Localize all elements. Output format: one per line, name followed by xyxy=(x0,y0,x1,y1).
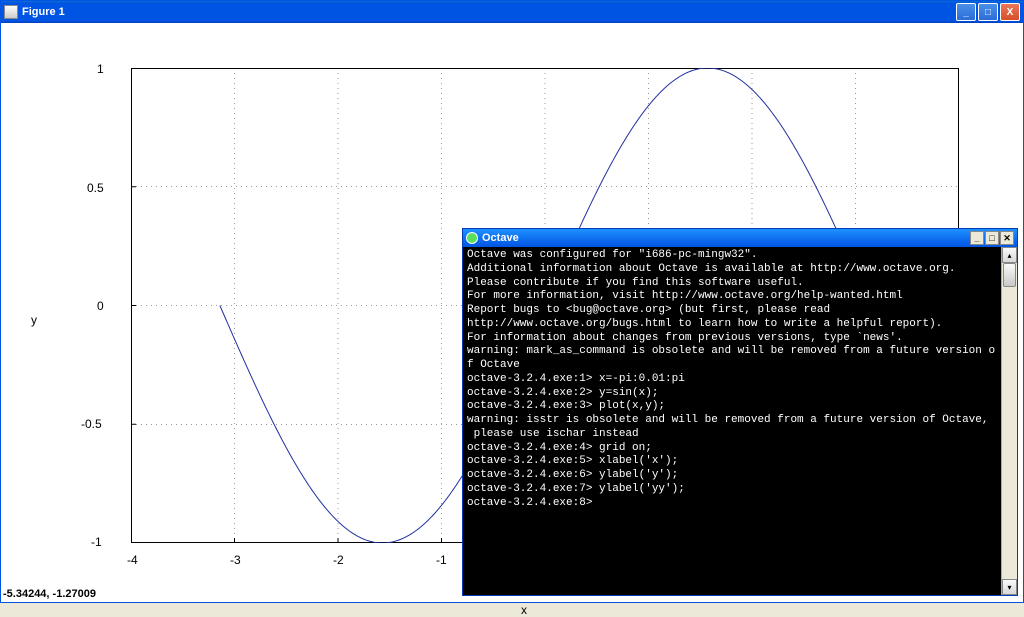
scroll-down-button[interactable]: ▾ xyxy=(1002,579,1017,595)
terminal-line: For information about changes from previ… xyxy=(467,332,1013,346)
close-button[interactable]: X xyxy=(1000,3,1020,21)
terminal-line: http://www.octave.org/bugs.html to learn… xyxy=(467,318,1013,332)
scroll-thumb[interactable] xyxy=(1003,263,1016,287)
y-tick-label: -1 xyxy=(91,535,102,549)
x-tick-label: -3 xyxy=(230,553,241,567)
octave-window-controls: _ □ ✕ xyxy=(970,231,1014,245)
y-tick-label: -0.5 xyxy=(81,417,102,431)
terminal-line: warning: isstr is obsolete and will be r… xyxy=(467,414,1013,428)
octave-minimize-button[interactable]: _ xyxy=(970,231,984,245)
y-axis-label: y xyxy=(31,313,37,327)
x-tick-label: -4 xyxy=(127,553,138,567)
minimize-button[interactable]: _ xyxy=(956,3,976,21)
octave-maximize-button[interactable]: □ xyxy=(985,231,999,245)
terminal-line: octave-3.2.4.exe:8> xyxy=(467,497,1013,511)
maximize-button[interactable]: □ xyxy=(978,3,998,21)
octave-close-button[interactable]: ✕ xyxy=(1000,231,1014,245)
octave-title: Octave xyxy=(482,232,970,244)
terminal-line: f Octave xyxy=(467,359,1013,373)
scroll-track[interactable] xyxy=(1002,263,1017,579)
x-axis-label: x xyxy=(521,603,527,617)
coordinate-readout: -5.34244, -1.27009 xyxy=(3,588,96,600)
octave-scrollbar[interactable]: ▴ ▾ xyxy=(1001,247,1017,595)
figure-title: Figure 1 xyxy=(22,6,956,18)
octave-app-icon xyxy=(466,232,478,244)
terminal-line: Report bugs to <bug@octave.org> (but fir… xyxy=(467,304,1013,318)
y-tick-label: 0.5 xyxy=(87,181,104,195)
y-tick-label: 1 xyxy=(97,62,104,76)
terminal-line: Please contribute if you find this softw… xyxy=(467,277,1013,291)
terminal-line: octave-3.2.4.exe:6> ylabel('y'); xyxy=(467,469,1013,483)
scroll-up-button[interactable]: ▴ xyxy=(1002,247,1017,263)
terminal-line: For more information, visit http://www.o… xyxy=(467,290,1013,304)
octave-titlebar[interactable]: Octave _ □ ✕ xyxy=(463,229,1017,247)
x-tick-label: -1 xyxy=(436,553,447,567)
terminal-line: octave-3.2.4.exe:3> plot(x,y); xyxy=(467,400,1013,414)
figure-app-icon xyxy=(4,5,18,19)
figure-titlebar[interactable]: Figure 1 _ □ X xyxy=(1,1,1023,23)
terminal-line: octave-3.2.4.exe:5> xlabel('x'); xyxy=(467,455,1013,469)
terminal-line: octave-3.2.4.exe:4> grid on; xyxy=(467,442,1013,456)
terminal-line: Additional information about Octave is a… xyxy=(467,263,1013,277)
terminal-line: octave-3.2.4.exe:1> x=-pi:0.01:pi xyxy=(467,373,1013,387)
octave-window: Octave _ □ ✕ Octave was configured for "… xyxy=(462,228,1018,596)
y-tick-label: 0 xyxy=(97,299,104,313)
terminal-line: octave-3.2.4.exe:7> ylabel('yy'); xyxy=(467,483,1013,497)
terminal-line: warning: mark_as_command is obsolete and… xyxy=(467,345,1013,359)
octave-terminal[interactable]: Octave was configured for "i686-pc-mingw… xyxy=(463,247,1017,595)
terminal-line: Octave was configured for "i686-pc-mingw… xyxy=(467,249,1013,263)
terminal-line: octave-3.2.4.exe:2> y=sin(x); xyxy=(467,387,1013,401)
terminal-line: please use ischar instead xyxy=(467,428,1013,442)
x-tick-label: -2 xyxy=(333,553,344,567)
window-controls: _ □ X xyxy=(956,3,1020,21)
